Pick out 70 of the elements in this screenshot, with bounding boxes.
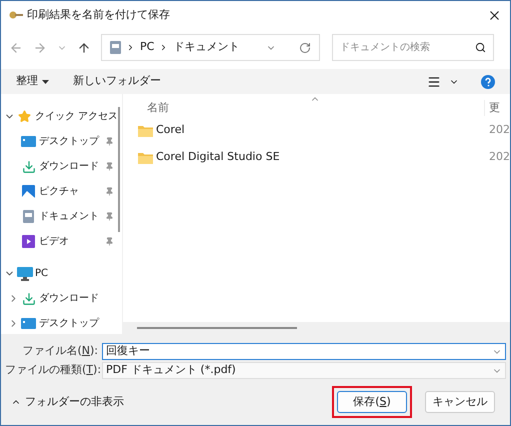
document-icon: [110, 41, 121, 54]
scrollbar-thumb[interactable]: [118, 107, 120, 232]
pin-icon: [105, 162, 114, 171]
forward-icon[interactable]: [33, 40, 47, 54]
organize-button[interactable]: 整理: [16, 73, 49, 90]
breadcrumb[interactable]: PC: [140, 39, 154, 56]
desktop-icon: [21, 318, 36, 329]
nav-item[interactable]: ダウンロード: [1, 154, 116, 179]
field-value: PDF ドキュメント (*.pdf): [106, 362, 237, 378]
field-value: 回復キー: [106, 343, 151, 360]
nav-label: ピクチャ: [39, 185, 80, 199]
scrollbar-thumb[interactable]: [137, 327, 297, 329]
nav-item[interactable]: ビデオ: [1, 229, 116, 254]
nav-item[interactable]: ダウンロード: [1, 286, 116, 311]
column-header[interactable]: 更: [484, 100, 500, 116]
nav-label: ドキュメント: [39, 210, 100, 224]
folder-icon: [138, 152, 153, 164]
star-icon: [18, 110, 31, 123]
nav-label: ビデオ: [39, 235, 70, 249]
cancel-button[interactable]: キャンセル: [425, 391, 495, 413]
pin-icon: [105, 212, 114, 221]
pin-icon: [105, 137, 114, 146]
dropdown-icon: [42, 80, 49, 84]
field-combo[interactable]: PDF ドキュメント (*.pdf): [102, 362, 506, 379]
nav-item[interactable]: デスクトップ: [1, 129, 116, 154]
up-icon[interactable]: [77, 40, 91, 54]
save-button[interactable]: 保存(S): [337, 391, 407, 413]
help-icon[interactable]: [481, 74, 495, 88]
window-title: 印刷結果を名前を付けて保存: [27, 7, 171, 24]
pin-icon: [105, 187, 114, 196]
view-icon[interactable]: [427, 74, 441, 88]
nav-item[interactable]: クイック アクセス: [1, 104, 116, 129]
monitor-icon: [16, 266, 32, 280]
nav-label: デスクトップ: [39, 134, 100, 149]
video-icon: [22, 235, 35, 248]
nav-label: ダウンロード: [39, 292, 100, 306]
download-icon: [22, 292, 36, 306]
column-header[interactable]: 名前: [147, 100, 484, 116]
date-cell-text: 202: [488, 149, 510, 166]
hide-folders-button[interactable]: フォルダーの非表示: [11, 394, 124, 410]
nav-item[interactable]: ドキュメント: [1, 204, 116, 229]
field-label: ファイルの種類(T):: [5, 362, 102, 378]
file-row[interactable]: Corel Digital Studio SE 202: [123, 145, 510, 170]
key-icon: [9, 10, 23, 22]
breadcrumb[interactable]: ドキュメント: [173, 39, 240, 56]
search-field[interactable]: ドキュメントの検索: [332, 34, 494, 61]
back-icon[interactable]: [9, 40, 23, 54]
address-bar[interactable]: PC ドキュメント: [101, 34, 320, 61]
nav-item[interactable]: ピクチャ: [1, 179, 116, 204]
pin-icon: [105, 237, 114, 246]
file-row[interactable]: Corel 202: [123, 118, 510, 143]
field-label: ファイル名(N):: [21, 343, 99, 360]
download-icon: [22, 160, 36, 174]
new-folder-button[interactable]: 新しいフォルダー: [73, 73, 161, 90]
nav-label: PC: [35, 267, 50, 281]
nav-label: クイック アクセス: [35, 110, 116, 124]
nav-item[interactable]: PC: [1, 261, 116, 286]
nav-label: デスクトップ: [39, 316, 100, 331]
separator-icon: [126, 43, 135, 52]
file-name: Corel: [156, 122, 185, 138]
document-icon: [23, 210, 34, 223]
field-combo[interactable]: 回復キー: [102, 343, 506, 360]
nav-item[interactable]: デスクトップ: [1, 311, 116, 334]
nav-label: ダウンロード: [39, 160, 100, 174]
date-cell-text: 202: [488, 122, 510, 138]
refresh-icon[interactable]: [299, 42, 311, 54]
file-name: Corel Digital Studio SE: [156, 149, 280, 166]
search-icon[interactable]: [475, 42, 486, 53]
folder-icon: [138, 124, 153, 136]
desktop-icon: [21, 136, 36, 147]
